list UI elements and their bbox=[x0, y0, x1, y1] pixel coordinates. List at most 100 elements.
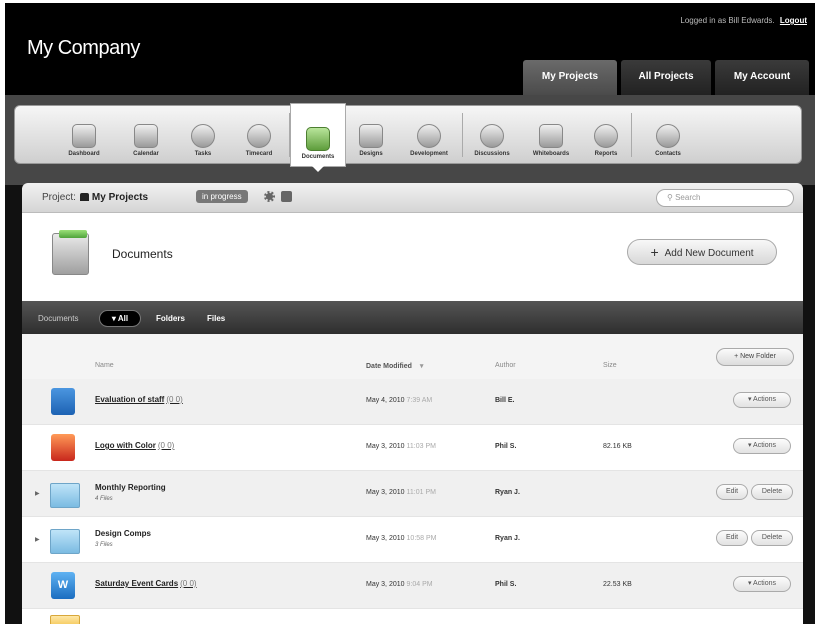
folder-name[interactable]: Design Comps bbox=[95, 529, 151, 538]
toolbar-item-label: Contacts bbox=[655, 151, 681, 157]
new-folder-button[interactable]: + New Folder bbox=[716, 348, 794, 366]
file-size: 22.53 KB bbox=[603, 581, 632, 588]
page-title: Documents bbox=[112, 247, 173, 261]
tab-my-account[interactable]: My Account bbox=[715, 60, 809, 95]
toolbar-item-label: Calendar bbox=[133, 151, 159, 157]
comment-count: (0 0) bbox=[157, 441, 175, 450]
toolbar-item-label: Discussions bbox=[474, 151, 510, 157]
date-modified: May 3, 2010 11:01 PM bbox=[366, 489, 436, 496]
toolbar-item-timecard[interactable]: Timecard bbox=[229, 106, 289, 163]
add-document-label: Add New Document bbox=[664, 248, 754, 259]
toolbar-item-label: Development bbox=[410, 151, 448, 157]
project-selector[interactable]: Project: My Projects bbox=[42, 192, 148, 203]
actions-button[interactable]: ▾ Actions bbox=[733, 576, 791, 592]
folder-file-count: 3 Files bbox=[95, 542, 113, 548]
filter-files[interactable]: Files bbox=[207, 314, 225, 323]
date-modified: May 3, 2010 10:58 PM bbox=[366, 535, 437, 542]
column-author[interactable]: Author bbox=[495, 362, 516, 369]
module-toolbar: Dashboard Calendar Tasks Timecard Docume… bbox=[14, 103, 802, 172]
filter-label: Documents bbox=[38, 314, 79, 323]
toolbar-item-tasks[interactable]: Tasks bbox=[177, 106, 229, 163]
toolbar-item-dashboard[interactable]: Dashboard bbox=[53, 106, 115, 163]
toolbar-item-whiteboards[interactable]: Whiteboards bbox=[521, 106, 581, 163]
column-name[interactable]: Name bbox=[95, 362, 114, 369]
comment-count: (0 0) bbox=[180, 579, 197, 588]
file-name-link[interactable]: Saturday Event Cards (0 0) bbox=[95, 579, 197, 588]
toolbar-item-label: Designs bbox=[359, 151, 383, 157]
tab-my-projects[interactable]: My Projects bbox=[523, 60, 617, 95]
toolbar-item-label: Reports bbox=[594, 151, 618, 157]
column-size[interactable]: Size bbox=[603, 362, 617, 369]
table-row: Logo with Color (0 0) May 3, 2010 11:03 PM… bbox=[22, 425, 803, 471]
filter-folders[interactable]: Folders bbox=[156, 314, 185, 323]
comment-count: (0 0) bbox=[166, 395, 183, 404]
logout-link[interactable]: Logout bbox=[780, 16, 807, 25]
table-row: ▶ Monthly Reporting 4 Files May 3, 2010 1… bbox=[22, 471, 803, 517]
expand-arrow-icon[interactable]: ▶ bbox=[35, 490, 40, 497]
file-size: 82.16 KB bbox=[603, 443, 632, 450]
delete-button[interactable]: Delete bbox=[751, 484, 793, 500]
actions-button[interactable]: ▾ Actions bbox=[733, 392, 791, 408]
column-date-label: Date Modified bbox=[366, 363, 412, 370]
toolbar-item-designs[interactable]: Designs bbox=[346, 106, 396, 163]
reports-icon bbox=[594, 124, 618, 148]
toolbar-item-reports[interactable]: Reports bbox=[581, 106, 631, 163]
filter-bar: Documents ▾ All Folders Files bbox=[22, 301, 803, 334]
folder-icon bbox=[50, 529, 80, 554]
date-modified: May 4, 2010 7:39 AM bbox=[366, 397, 433, 404]
table-row: ▶ Design Comps 3 Files May 3, 2010 10:58 … bbox=[22, 517, 803, 563]
author: Bill E. bbox=[495, 397, 515, 404]
date-modified: May 3, 2010 11:03 PM bbox=[366, 443, 436, 450]
timecard-icon bbox=[247, 124, 271, 148]
development-icon bbox=[417, 124, 441, 148]
folder-icon bbox=[50, 615, 80, 624]
documents-list: Evaluation of staff (0 0) May 4, 2010 7:39… bbox=[22, 379, 803, 624]
toolbar-item-development[interactable]: Development bbox=[396, 106, 462, 163]
image-file-icon bbox=[51, 434, 75, 461]
column-date[interactable]: Date Modified ▾ bbox=[366, 362, 423, 370]
folder-name[interactable]: Monthly Reporting bbox=[95, 483, 166, 492]
rss-icon[interactable] bbox=[281, 191, 292, 202]
toolbar-item-calendar[interactable]: Calendar bbox=[115, 106, 177, 163]
filter-all[interactable]: ▾ All bbox=[99, 310, 141, 327]
toolbar-item-documents[interactable]: Documents bbox=[290, 103, 346, 172]
project-label: Project: bbox=[42, 192, 76, 203]
documents-icon bbox=[306, 127, 330, 151]
actions-button[interactable]: ▾ Actions bbox=[733, 438, 791, 454]
expand-arrow-icon[interactable]: ▶ bbox=[35, 536, 40, 543]
date-modified: May 3, 2010 9:04 PM bbox=[366, 581, 433, 588]
edit-button[interactable]: Edit bbox=[716, 484, 748, 500]
company-name: My Company bbox=[27, 37, 140, 59]
toolbar-item-label: Timecard bbox=[245, 151, 273, 157]
edit-button[interactable]: Edit bbox=[716, 530, 748, 546]
file-name-link[interactable]: Evaluation of staff (0 0) bbox=[95, 395, 183, 404]
sort-arrow-icon: ▾ bbox=[419, 363, 424, 370]
gear-icon[interactable] bbox=[264, 191, 275, 202]
folder-file-count: 4 Files bbox=[95, 496, 113, 502]
search-icon: ⚲ bbox=[667, 193, 673, 202]
dashboard-icon bbox=[72, 124, 96, 148]
login-status: Logged in as Bill Edwards. Logout bbox=[680, 16, 807, 25]
toolbar-item-label: Documents bbox=[301, 154, 335, 160]
search-input[interactable]: ⚲ Search bbox=[656, 189, 794, 207]
author: Phil S. bbox=[495, 443, 517, 450]
tasks-icon bbox=[191, 124, 215, 148]
table-row bbox=[22, 609, 803, 624]
designs-icon bbox=[359, 124, 383, 148]
add-document-button[interactable]: + Add New Document bbox=[627, 239, 777, 265]
toolbar-item-contacts[interactable]: Contacts bbox=[632, 106, 704, 163]
discussions-icon bbox=[480, 124, 504, 148]
toolbar-item-label: Tasks bbox=[194, 151, 212, 157]
header: Logged in as Bill Edwards. Logout My Com… bbox=[5, 3, 815, 95]
file-name-link[interactable]: Logo with Color (0 0) bbox=[95, 441, 174, 450]
search-placeholder: Search bbox=[675, 193, 701, 202]
tab-all-projects[interactable]: All Projects bbox=[621, 60, 711, 95]
table-row: W Saturday Event Cards (0 0) May 3, 2010 9… bbox=[22, 563, 803, 609]
login-text: Logged in as Bill Edwards. bbox=[680, 16, 775, 25]
delete-button[interactable]: Delete bbox=[751, 530, 793, 546]
project-bar: Project: My Projects in progress ⚲ Search bbox=[22, 183, 803, 213]
toolbar-item-discussions[interactable]: Discussions bbox=[463, 106, 521, 163]
author: Ryan J. bbox=[495, 489, 520, 496]
toolbar-item-label: Dashboard bbox=[68, 151, 100, 157]
document-icon bbox=[51, 388, 75, 415]
